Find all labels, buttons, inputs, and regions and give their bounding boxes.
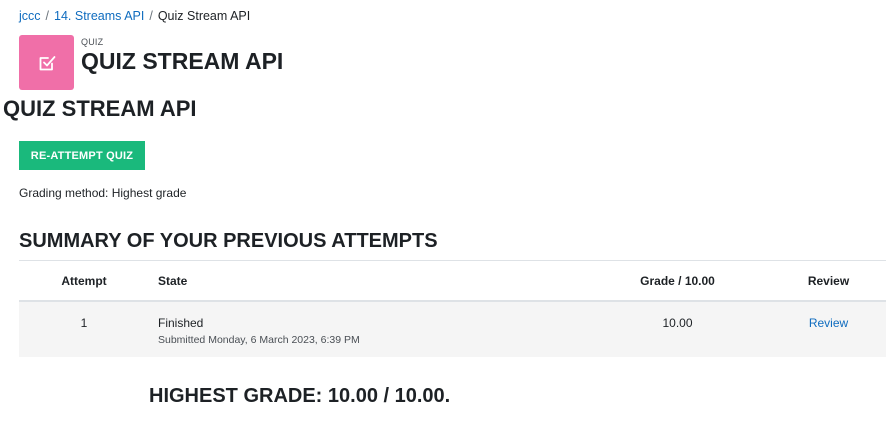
attempts-table: Attempt State Grade / 10.00 Review 1 Fin… — [19, 260, 886, 357]
attempt-number: 1 — [80, 316, 88, 330]
breadcrumb-course-link[interactable]: jccc — [19, 9, 41, 23]
breadcrumb: jccc / 14. Streams API / Quiz Stream API — [19, 8, 250, 24]
column-header-state: State — [158, 274, 188, 288]
highest-grade: HIGHEST GRADE: 10.00 / 10.00. — [149, 385, 451, 407]
header-title: QUIZ STREAM API — [81, 48, 284, 74]
activity-type-label: QUIZ — [81, 37, 104, 47]
attempt-state: Finished Submitted Monday, 6 March 2023,… — [158, 316, 360, 346]
attempt-state-text: Finished — [158, 316, 204, 330]
attempt-submitted-time: Submitted Monday, 6 March 2023, 6:39 PM — [158, 334, 360, 346]
review-link[interactable]: Review — [809, 316, 848, 330]
summary-heading: SUMMARY OF YOUR PREVIOUS ATTEMPTS — [19, 230, 438, 252]
breadcrumb-current: Quiz Stream API — [157, 9, 251, 23]
attempt-review-cell: Review — [786, 316, 871, 330]
column-header-attempt: Attempt — [61, 274, 107, 288]
breadcrumb-separator: / — [45, 9, 50, 23]
page-title: QUIZ STREAM API — [3, 96, 197, 121]
checkbox-check-icon — [39, 55, 55, 70]
breadcrumb-separator: / — [149, 9, 153, 23]
column-header-review: Review — [807, 274, 850, 288]
breadcrumb-section-link[interactable]: 14. Streams API — [54, 9, 144, 23]
table-row: 1 Finished Submitted Monday, 6 March 202… — [19, 302, 886, 357]
attempt-grade: 10.00 — [662, 316, 693, 330]
grading-method: Grading method: Highest grade — [19, 186, 187, 200]
quiz-checkbox-icon — [19, 35, 74, 90]
table-header-row: Attempt State Grade / 10.00 Review — [19, 261, 886, 302]
reattempt-quiz-button[interactable]: RE-ATTEMPT QUIZ — [19, 141, 145, 170]
column-header-grade: Grade / 10.00 — [640, 274, 715, 288]
